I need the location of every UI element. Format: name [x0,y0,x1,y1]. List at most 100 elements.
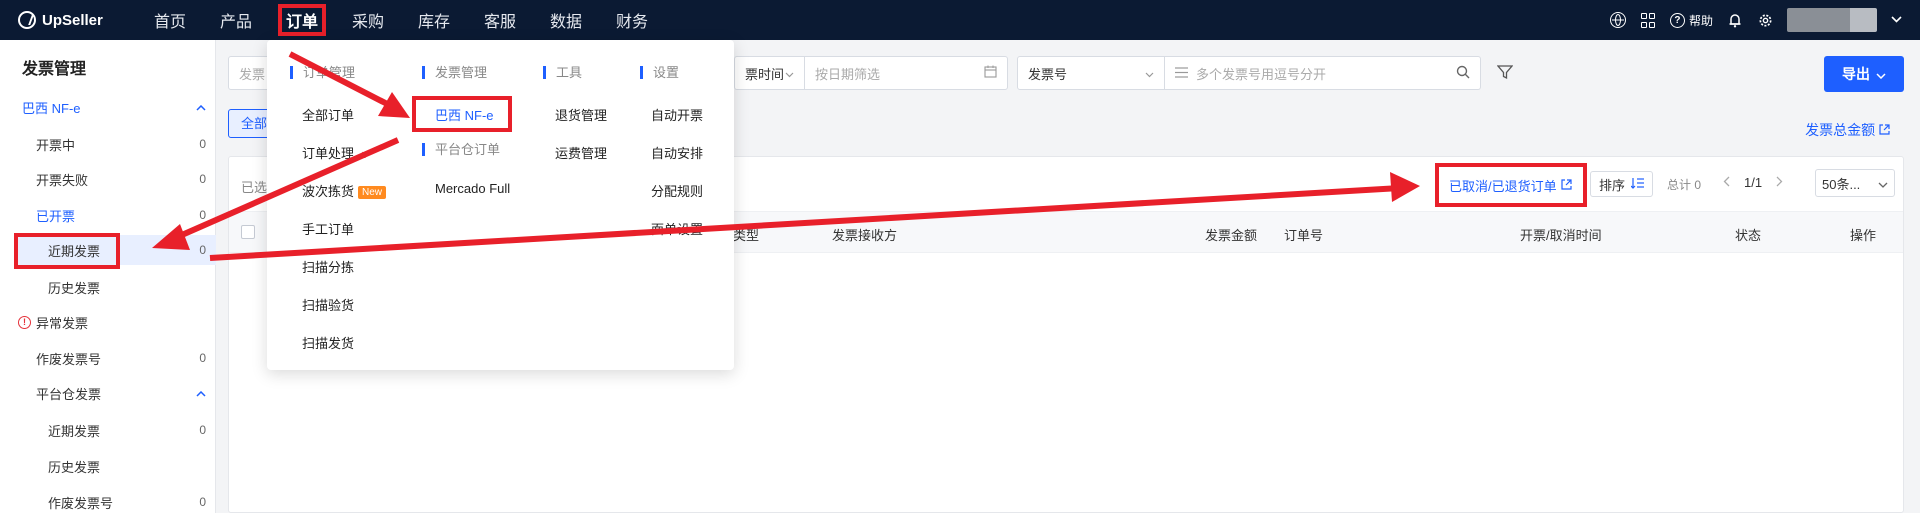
help-button[interactable]: ? 帮助 [1669,12,1713,29]
chevron-down-icon [1145,66,1154,81]
date-filter-input[interactable]: 按日期筛选 [804,56,1008,90]
sidebar-item-abnormal[interactable]: ! 异常发票 [0,307,216,337]
flame-icon: ▲ [357,149,368,161]
menu-item-label-settings[interactable]: 面单设置 [651,219,703,238]
nav-customer-service[interactable]: 客服 [472,0,528,40]
logo-icon [18,11,36,29]
menu-item-shipping-fee[interactable]: 运费管理 [555,143,607,162]
menu-item-label: 订单处理 [302,146,355,161]
sidebar-item-count: 0 [199,137,206,151]
nav-home[interactable]: 首页 [142,0,198,40]
menu-item-auto-invoice[interactable]: 自动开票 [651,105,703,124]
filter-funnel-icon[interactable] [1496,64,1514,83]
annotation-box-brazil-nfe [412,96,512,132]
chevron-down-icon [1878,176,1888,191]
brand-logo[interactable]: UpSeller [18,11,128,29]
menu-item-scan-inspect[interactable]: 扫描验货 [302,295,354,314]
sidebar-item-count: 0 [199,243,206,257]
invoice-search-input[interactable]: 多个发票号用逗号分开 [1165,56,1481,90]
sidebar-item-label: 开票中 [36,137,76,153]
sidebar: 发票管理 巴西 NF-e 开票中 0 开票失败 0 已开票 0 近期发票 0 历… [0,40,216,513]
sort-button[interactable]: 排序 [1590,171,1654,197]
sidebar-group-brazil-nfe[interactable]: 巴西 NF-e [0,92,216,122]
per-page-label: 50条... [1822,176,1861,192]
nav-products[interactable]: 产品 [208,0,264,40]
menu-item-all-orders[interactable]: 全部订单 [302,105,354,124]
chevron-down-icon[interactable] [1891,14,1902,26]
col-recipient: 发票接收方 [832,228,898,243]
sidebar-item-count: 0 [199,351,206,365]
help-label: 帮助 [1688,13,1713,28]
sidebar-item-label: 作废发票号 [36,351,102,367]
user-avatar[interactable] [1787,8,1877,32]
time-type-select[interactable]: 票时间 [734,56,804,90]
menu-item-scan-sort[interactable]: 扫描分拣 [302,257,354,276]
globe-icon[interactable] [1609,12,1626,28]
annotation-box-cancelled-link [1435,163,1587,207]
sidebar-item-platform-history[interactable]: 历史发票 [0,451,216,481]
nav-data[interactable]: 数据 [538,0,594,40]
brand-name: UpSeller [42,11,103,29]
menu-item-manual-orders[interactable]: 手工订单 [302,219,354,238]
gear-icon[interactable] [1757,12,1773,28]
nav-purchase[interactable]: 采购 [340,0,396,40]
warning-icon: ! [18,315,31,329]
sidebar-group-label: 平台仓发票 [36,386,102,402]
select-all-checkbox[interactable] [241,225,255,239]
new-badge: New [358,186,387,200]
search-placeholder: 多个发票号用逗号分开 [1196,66,1327,82]
page-indicator: 1/1 [1744,175,1763,190]
bell-icon[interactable] [1727,12,1743,28]
pagination: 1/1 [1723,175,1783,190]
menu-item-order-processing[interactable]: 订单处理 ▲ [302,143,368,162]
sidebar-item-issuing[interactable]: 开票中 0 [0,129,216,159]
chevron-up-icon [196,388,206,399]
top-right-tools: ? 帮助 [1609,8,1902,32]
nav-orders[interactable]: 订单 [274,0,330,40]
sidebar-item-void-number[interactable]: 作废发票号 0 [0,343,216,373]
sidebar-item-label: 开票失败 [36,172,89,188]
sidebar-item-history[interactable]: 历史发票 [0,272,216,302]
nav-finance[interactable]: 财务 [604,0,660,40]
top-nav-bar: UpSeller 首页 产品 订单 采购 库存 客服 数据 财务 ? 帮助 [0,0,1920,40]
search-field-label: 发票号 [1028,66,1068,82]
menu-section-order-mgmt: 订单管理 [290,66,355,79]
apps-grid-icon[interactable] [1640,12,1656,28]
nav-inventory[interactable]: 库存 [406,0,462,40]
col-actions: 操作 [1850,228,1877,243]
sidebar-item-label: 近期发票 [48,423,101,439]
sidebar-item-platform-recent[interactable]: 近期发票 0 [0,415,216,445]
menu-item-auto-arrange[interactable]: 自动安排 [651,143,703,162]
prev-page-icon[interactable] [1723,175,1730,190]
sidebar-item-platform-void[interactable]: 作废发票号 0 [0,487,216,513]
per-page-select[interactable]: 50条... [1815,169,1895,197]
menu-item-scan-ship[interactable]: 扫描发货 [302,333,354,352]
sidebar-group-platform[interactable]: 平台仓发票 [0,378,216,408]
menu-section-platform-orders: 平台仓订单 [422,143,500,156]
sidebar-item-count: 0 [199,172,206,186]
col-status: 状态 [1735,228,1762,243]
chevron-up-icon [196,102,206,113]
invoice-total-amount-link[interactable]: 发票总金额 [1805,120,1890,140]
sidebar-item-label: 异常发票 [36,315,89,331]
search-field-select[interactable]: 发票号 [1017,56,1165,90]
sidebar-item-issued[interactable]: 已开票 0 [0,200,216,230]
list-icon [1175,66,1188,81]
menu-item-mercado-full[interactable]: Mercado Full [435,181,510,196]
sidebar-item-failed[interactable]: 开票失败 0 [0,164,216,194]
col-amount: 发票金额 [1205,228,1258,243]
col-type: 类型 [733,228,760,243]
export-button[interactable]: 导出 [1824,56,1904,92]
menu-section-settings: 设置 [640,66,679,79]
sort-icon [1630,177,1645,192]
chevron-down-icon [785,66,794,81]
col-order-no: 订单号 [1284,228,1324,243]
sidebar-item-count: 0 [199,208,206,222]
total-amount-label: 发票总金额 [1805,122,1876,138]
menu-item-returns[interactable]: 退货管理 [555,105,607,124]
menu-item-wave-picking[interactable]: 波次拣货 New [302,181,387,200]
menu-item-allocation-rules[interactable]: 分配规则 [651,181,703,200]
next-page-icon[interactable] [1776,175,1783,190]
search-icon[interactable] [1456,65,1470,82]
col-issue-cancel-time: 开票/取消时间 [1520,228,1602,243]
